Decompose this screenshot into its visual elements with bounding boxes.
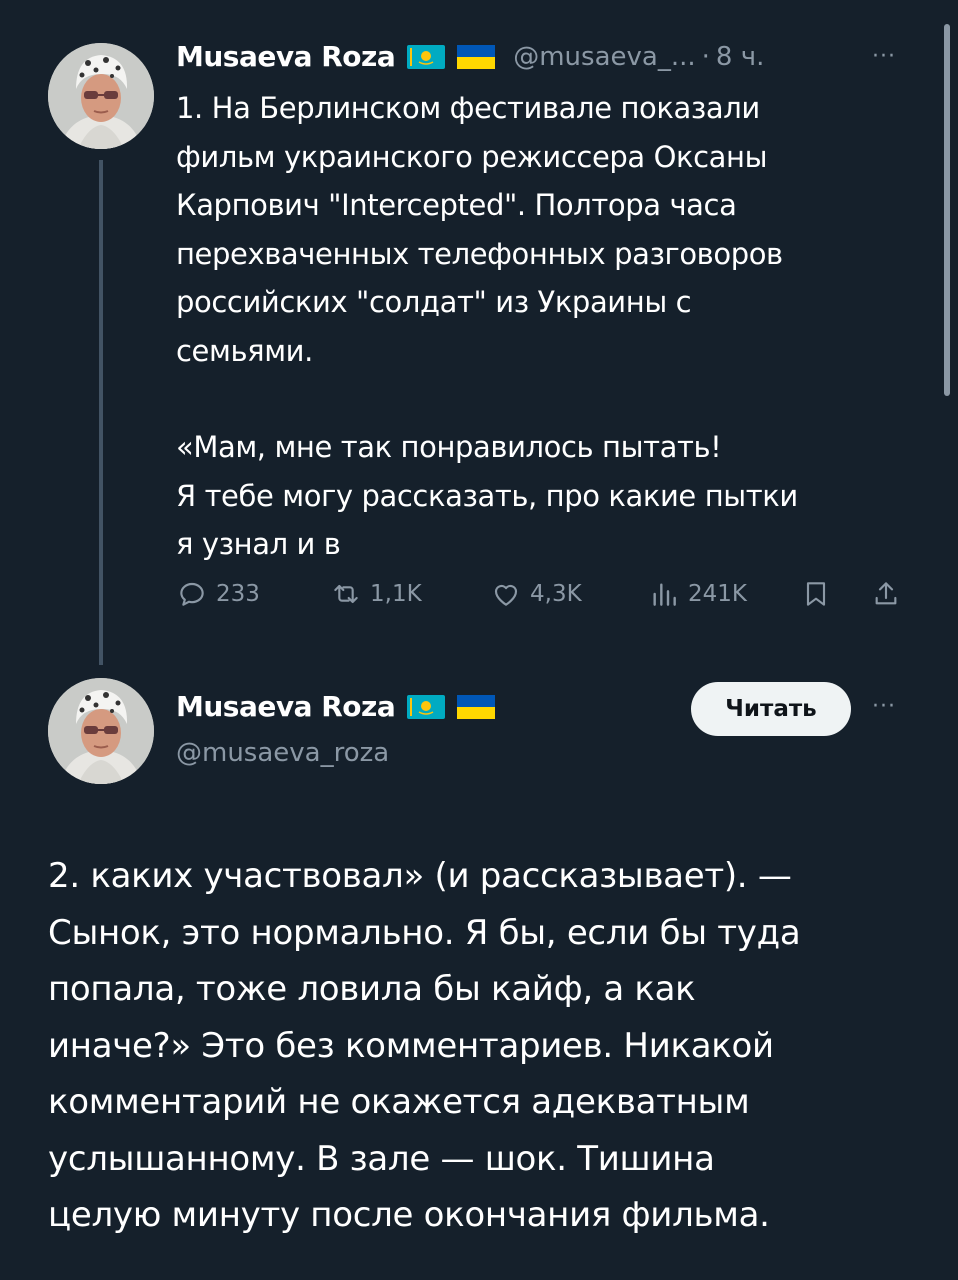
repost-button[interactable]: 1,1K (330, 578, 422, 610)
more-options-icon[interactable]: ··· (872, 44, 896, 69)
thread-connector (99, 160, 103, 665)
author-name[interactable]: Musaeva Roza (176, 40, 396, 73)
avatar[interactable] (48, 43, 154, 149)
scrollbar[interactable] (944, 24, 950, 396)
tweet2-header: Musaeva Roza (176, 690, 496, 723)
avatar-image (48, 43, 154, 149)
avatar-image (48, 678, 154, 784)
like-count: 4,3K (530, 581, 582, 607)
more-options-icon[interactable]: ··· (872, 694, 896, 719)
view-count: 241K (688, 581, 747, 607)
ukraine-flag-icon (457, 694, 496, 719)
author-handle[interactable]: @musaeva_roza (176, 738, 389, 768)
views-button[interactable]: 241K (648, 578, 747, 610)
ukraine-flag-icon (457, 44, 496, 69)
share-icon (875, 582, 897, 605)
timestamp[interactable]: 8 ч. (716, 42, 764, 72)
like-button[interactable]: 4,3K (490, 578, 582, 610)
views-chart-icon (653, 583, 676, 606)
reply-button[interactable]: 233 (176, 578, 260, 610)
tweet1-header: Musaeva Roza @musaeva_... · 8 ч. (176, 40, 764, 73)
kazakhstan-flag-icon (407, 694, 446, 719)
thread-view: Musaeva Roza @musaeva_... · 8 ч. ··· 1. … (0, 0, 958, 1280)
follow-button[interactable]: Читать (691, 682, 851, 736)
bookmark-icon (806, 582, 826, 606)
kazakhstan-flag-icon (407, 44, 446, 69)
separator-dot: · (701, 41, 710, 72)
author-name[interactable]: Musaeva Roza (176, 690, 396, 723)
tweet1-action-bar: 233 1,1K 4,3K 241K (176, 578, 916, 618)
reply-count: 233 (216, 581, 260, 607)
tweet2-body: 2. каких участвовал» (и рассказывает). —… (48, 856, 801, 1235)
avatar[interactable] (48, 678, 154, 784)
repost-count: 1,1K (370, 581, 422, 607)
tweet1-paragraph-2: «Мам, мне так понравилось пытать! Я тебе… (176, 430, 798, 561)
bookmark-button[interactable] (800, 578, 840, 610)
reply-icon (180, 582, 204, 606)
share-button[interactable] (870, 578, 910, 610)
tweet1-paragraph-1: 1. На Берлинском фестивале показали филь… (176, 91, 783, 368)
heart-icon (494, 584, 518, 606)
author-handle[interactable]: @musaeva_... (513, 42, 695, 72)
repost-icon (334, 584, 358, 604)
tweet1-body: 1. На Берлинском фестивале показали филь… (176, 84, 916, 569)
